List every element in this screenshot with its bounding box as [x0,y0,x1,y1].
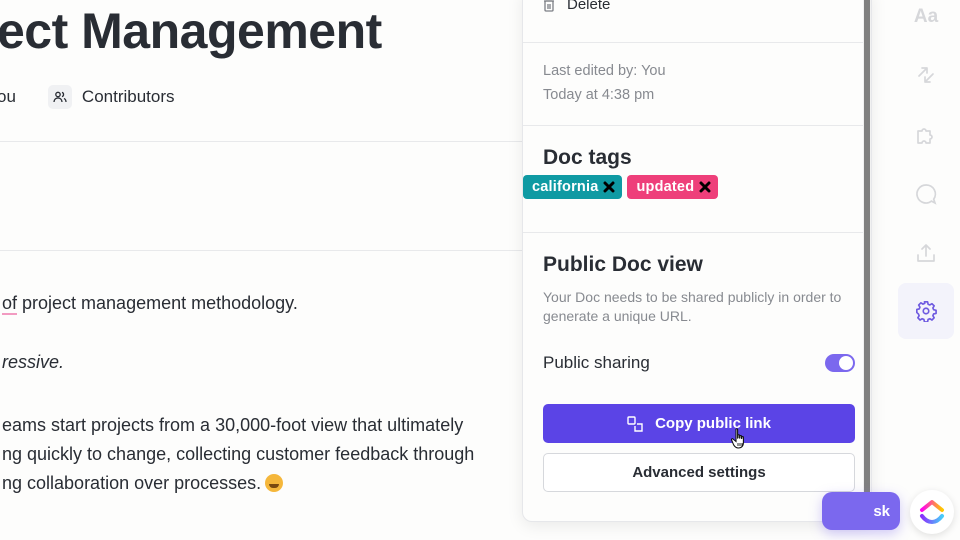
last-edited-by: Last edited by: You [543,63,666,79]
star-struck-emoji-icon [265,474,284,492]
rail-relationships-button[interactable] [898,47,954,103]
trash-icon [544,0,554,12]
tag-label: updated [636,179,695,195]
doc-meta-row: ou Contributors [0,84,175,110]
new-task-button[interactable]: sk [822,492,900,530]
public-sharing-row: Public sharing [543,353,855,373]
document-area: ect Management ou Contributors of projec… [0,0,522,540]
clickup-logo-icon [920,500,944,525]
contributors-button[interactable]: Contributors [82,87,175,107]
rail-integrations-button[interactable] [898,106,954,162]
right-sidebar-rail: Aa [876,0,960,540]
comment-icon [916,184,937,205]
rail-settings-button[interactable] [898,283,954,339]
delete-button[interactable]: Delete [543,0,610,13]
public-doc-description: Your Doc needs to be shared publicly in … [543,289,842,324]
public-sharing-label: Public sharing [543,353,650,372]
rail-text-format-button[interactable]: Aa [898,0,954,45]
paragraph-line: eams start projects from a 30,000-foot v… [2,415,464,435]
copy-icon [627,415,643,432]
last-edited-section: Last edited by: You Today at 4:38 pm [523,43,863,126]
paragraph-line-text: ng collaboration over processes. [2,473,262,493]
scrollbar-thumb[interactable] [864,0,870,518]
divider [0,250,522,251]
close-icon[interactable] [697,179,713,195]
upload-icon [917,244,935,262]
delete-section: Delete [523,0,863,43]
tag-california[interactable]: california [523,175,623,199]
clickup-logo-button[interactable] [910,490,954,534]
copy-public-link-label: Copy public link [655,415,771,432]
last-edited-time: Today at 4:38 pm [543,87,655,103]
public-doc-view-section: Public Doc view Your Doc needs to be sha… [523,233,863,521]
paragraph-text: project management methodology. [17,293,298,313]
divider [0,141,522,142]
doc-tags-title: Doc tags [543,146,632,169]
page-title[interactable]: ect Management [0,2,382,60]
doc-settings-panel: Delete Last edited by: You Today at 4:38… [522,0,872,522]
users-icon[interactable] [47,85,72,109]
public-doc-view-title: Public Doc view [543,253,703,276]
close-icon[interactable] [601,179,617,195]
spellcheck-word[interactable]: of [2,293,18,315]
tag-updated[interactable]: updated [627,175,719,199]
rail-share-button[interactable] [898,225,954,281]
hand-cursor-icon [730,428,744,449]
task-button-label: sk [873,502,890,520]
tag-list: california updated [523,175,719,199]
paragraph-line: ng collaboration over processes. [2,469,474,498]
paragraph[interactable]: eams start projects from a 30,000-foot v… [2,411,474,498]
tag-label: california [532,179,599,195]
arrows-icon [918,67,934,83]
doc-tags-section: Doc tags california updated [523,126,863,233]
delete-label: Delete [567,0,611,13]
rail-comments-button[interactable] [898,166,954,222]
panel-scrollbar[interactable] [863,0,871,521]
text-format-icon: Aa [913,6,939,27]
puzzle-icon [917,128,933,144]
public-sharing-toggle[interactable] [825,354,855,372]
toggle-knob [839,356,853,370]
advanced-settings-button[interactable]: Advanced settings [543,453,855,492]
paragraph[interactable]: of project management methodology. [2,293,298,315]
author-name[interactable]: ou [0,87,16,107]
copy-public-link-button[interactable]: Copy public link [543,404,855,443]
gear-icon [916,301,937,322]
paragraph-line: ng quickly to change, collecting custome… [2,444,475,464]
paragraph-italic[interactable]: ressive. [2,352,64,373]
